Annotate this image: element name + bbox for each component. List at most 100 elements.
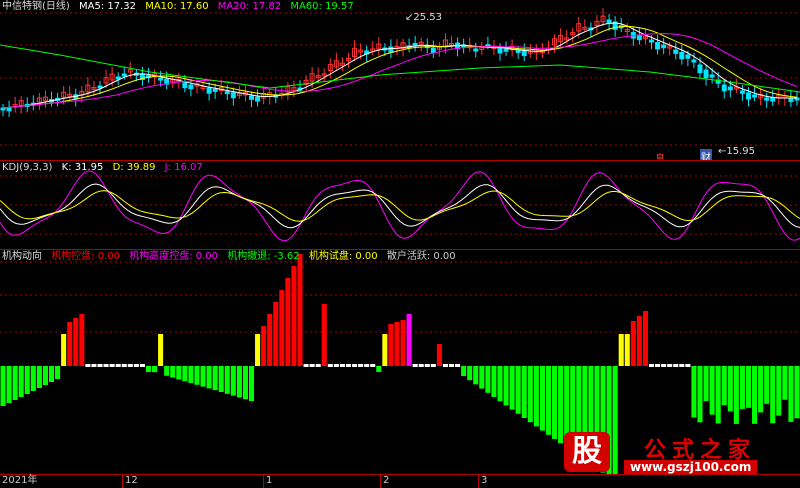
candle-body [230,92,236,99]
candle-body [709,74,715,78]
retail-dot [103,364,109,367]
bar-retreat [758,366,764,413]
watermark-url: www.gszj100.com [624,460,758,474]
retail-dot [424,364,430,367]
retail-dot [448,364,455,367]
bar-retreat [533,366,539,427]
retail-dot [109,364,115,367]
stock-title: 中信特钢(日线) [2,1,70,12]
inst-high-control: 机构高度控盘: 0.00 [129,251,219,262]
axis-label-2021: 2021年 [2,475,38,486]
bar-retreat [745,366,752,408]
bar-retreat [770,366,776,424]
retail-dot [455,364,461,367]
retail-dot [430,364,436,367]
kdj-chart[interactable] [0,161,800,249]
bar-retreat [376,366,382,372]
retail-dot [127,364,133,367]
low-price-label: ←15.95 [718,146,756,157]
kdj-header: KDJ(9,3,3) K: 31.95 D: 39.89 J: 16.07 [2,162,209,174]
inst-control: 机构控盘: 0.00 [51,251,121,262]
candle-body [788,97,794,103]
retail-dot [345,364,352,367]
bar-retreat [697,366,703,423]
candle-body [182,82,188,89]
retail-dot [339,364,345,367]
ma5-line [2,22,797,109]
retail-dot [309,364,315,367]
bar-retreat [721,366,727,406]
bar-retreat [24,366,30,394]
bar-retreat [739,366,745,409]
retail-dot [364,364,370,367]
event-mark-dividend[interactable]: 息 [655,150,665,160]
bar-retreat [212,366,218,391]
bar-retreat [715,366,721,424]
bar-control [273,302,279,366]
bar-retreat [206,366,212,389]
bar-retreat [218,366,224,392]
candle-body [388,46,394,53]
kdj-k-line [0,183,800,229]
retail-dot [661,364,667,367]
bar-control [261,326,267,366]
bar-retreat [727,366,733,412]
bar-retreat [552,366,558,439]
retail-dot [685,364,691,367]
retail-dot [85,364,91,367]
event-mark-finance[interactable]: 财 [700,149,712,160]
bar-control [255,334,261,366]
axis-label-feb: 2 [380,475,389,488]
retail-dot [412,364,418,367]
candle-body [752,94,758,98]
bar-control [285,278,291,366]
retail-dot [442,364,448,367]
bar-control [630,321,636,366]
kdj-j-line [0,170,800,242]
candle-body [697,64,703,74]
candle-body [206,87,212,94]
bar-retreat [182,366,188,382]
bar-retreat [42,366,48,385]
bar-retreat [782,366,788,400]
bar-control [158,334,164,366]
candle-body [636,34,642,41]
candle-body [679,52,685,60]
bar-retreat [764,366,770,404]
retail-dot [418,364,424,367]
bar-control [267,314,273,366]
bar-control [297,254,303,366]
bar-control [291,266,297,366]
bar-retreat [55,366,61,379]
price-panel[interactable]: 中信特钢(日线) MA5: 17.32 MA10: 17.60 MA20: 17… [0,0,800,160]
bar-retreat [224,366,230,394]
bar-retreat [18,366,24,397]
candlestick-chart[interactable] [0,0,800,160]
candle-body [255,96,261,102]
bar-retreat [176,366,182,380]
candle-body [661,44,667,49]
retail-dot [673,364,679,367]
retail-dot [303,364,309,367]
inst-title: 机构动向 [2,251,42,262]
date-axis: 2021年 12 1 2 3 [0,474,800,488]
candle-body [430,47,436,54]
bar-retreat [479,366,485,389]
candle-body [764,97,770,101]
candle-body [721,84,727,92]
candle-body [673,49,679,54]
kdj-d-line [0,190,800,222]
bar-retreat [188,366,194,383]
bar-retreat [48,366,55,382]
bar-retreat [473,366,479,385]
bar-control [624,334,630,366]
bar-retreat [788,366,794,422]
bar-retreat [521,366,527,418]
bar-control [279,290,285,366]
bar-retreat [503,366,509,406]
retail-dot [97,364,103,367]
kdj-panel[interactable]: KDJ(9,3,3) K: 31.95 D: 39.89 J: 16.07 [0,161,800,249]
candle-body [212,88,218,92]
bar-retreat [752,366,758,424]
bar-retreat [515,366,521,414]
